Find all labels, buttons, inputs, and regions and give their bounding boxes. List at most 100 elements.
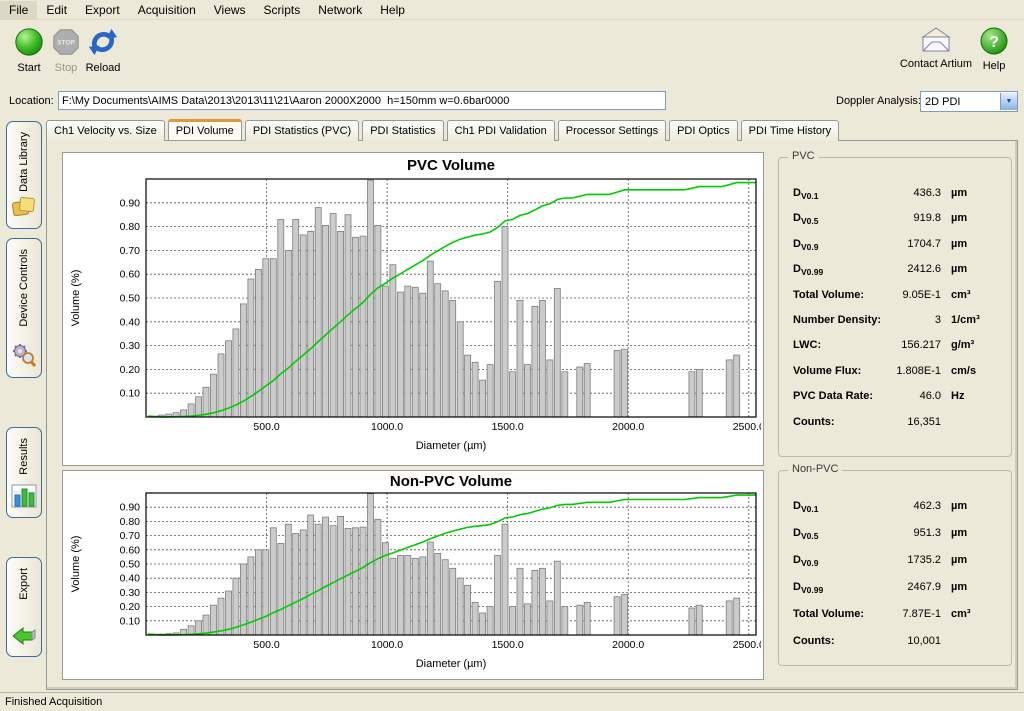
bar-chart-icon [11, 484, 37, 511]
svg-text:1000.0: 1000.0 [371, 639, 403, 651]
svg-text:1500.0: 1500.0 [492, 421, 524, 433]
export-arrow-icon [11, 625, 37, 650]
svg-text:0.90: 0.90 [120, 502, 141, 514]
tab-pdi-optics[interactable]: PDI Optics [669, 120, 738, 141]
doppler-analysis-label: Doppler Analysis: [836, 95, 921, 107]
stat-row-lwc: LWC: 156.217 g/m³ [779, 334, 1011, 359]
sidebar-item-export[interactable]: Export [6, 557, 42, 657]
menu-acquisition[interactable]: Acquisition [129, 1, 205, 19]
pvc-stats-group: PVC DV0.1 436.3 µm DV0.5 919.8 µm DV0.9 … [778, 157, 1012, 457]
svg-text:0.80: 0.80 [120, 221, 141, 233]
svg-text:0.60: 0.60 [120, 544, 141, 556]
svg-text:0.10: 0.10 [120, 615, 141, 627]
envelope-icon [918, 45, 954, 57]
svg-text:500.0: 500.0 [253, 639, 279, 651]
svg-text:0.20: 0.20 [120, 364, 141, 376]
svg-text:Diameter (µm): Diameter (µm) [416, 440, 487, 452]
nonpvc-volume-chart: 0.100.200.300.400.500.600.700.800.90500.… [63, 471, 763, 680]
nonpvc-group-title: Non-PVC [788, 463, 842, 475]
svg-text:0.70: 0.70 [120, 245, 141, 257]
svg-text:Volume (%): Volume (%) [70, 270, 82, 327]
svg-text:0.90: 0.90 [120, 197, 141, 209]
menu-export[interactable]: Export [76, 1, 129, 19]
menu-network[interactable]: Network [309, 1, 371, 19]
aims-application-window: File Edit Export Acquisition Views Scrip… [0, 0, 1024, 711]
svg-text:0.20: 0.20 [120, 601, 141, 613]
svg-text:?: ? [989, 34, 999, 51]
svg-text:2000.0: 2000.0 [612, 421, 644, 433]
svg-text:0.40: 0.40 [120, 573, 141, 585]
location-input[interactable] [58, 91, 666, 110]
stat-row-dv09: DV0.9 1704.7 µm [779, 233, 1011, 258]
svg-text:0.40: 0.40 [120, 316, 141, 328]
tab-content: 0.10 0.20 0.30 0.40 0.50 0.60 0.70 0.80 0.90 500.… [46, 140, 1018, 690]
svg-text:0.50: 0.50 [120, 559, 141, 571]
menu-edit[interactable]: Edit [37, 1, 76, 19]
menu-file[interactable]: File [0, 1, 37, 19]
stat-row-dv01: DV0.1 462.3 µm [779, 495, 1011, 522]
menu-views[interactable]: Views [205, 1, 255, 19]
reload-label: Reload [79, 62, 127, 74]
contact-artium-label: Contact Artium [898, 58, 974, 70]
data-library-label: Data Library [18, 132, 30, 192]
stat-row-dv099: DV0.99 2467.9 µm [779, 576, 1011, 603]
svg-text:Non-PVC Volume: Non-PVC Volume [390, 473, 512, 490]
pvc-volume-chart-panel: 0.100.200.300.400.500.600.700.800.90500.… [62, 152, 764, 466]
reload-button[interactable]: Reload [79, 26, 127, 74]
tab-bar: Ch1 Velocity vs. Size PDI Volume PDI Sta… [46, 119, 839, 140]
start-icon [13, 49, 45, 61]
stop-icon: STOP [50, 49, 82, 61]
chevron-down-icon[interactable]: ▼ [1000, 93, 1017, 110]
svg-text:0.10: 0.10 [120, 388, 141, 400]
stat-row-counts: Counts: 16,351 [779, 411, 1011, 436]
menu-scripts[interactable]: Scripts [255, 1, 310, 19]
svg-text:PVC Volume: PVC Volume [407, 157, 495, 174]
tab-ch1-velocity-vs-size[interactable]: Ch1 Velocity vs. Size [46, 120, 165, 141]
device-controls-label: Device Controls [18, 249, 30, 327]
tab-pdi-time-history[interactable]: PDI Time History [741, 120, 840, 141]
sidebar-item-results[interactable]: Results [6, 427, 42, 518]
stat-row-number-density: Number Density: 3 1/cm³ [779, 309, 1011, 334]
sidebar-item-data-library[interactable]: Data Library [6, 121, 42, 229]
svg-text:0.50: 0.50 [120, 293, 141, 305]
doppler-analysis-select[interactable]: 2D PDI ▼ [920, 91, 1018, 112]
tab-pdi-statistics-pvc[interactable]: PDI Statistics (PVC) [245, 120, 359, 141]
help-button[interactable]: ? Help [972, 26, 1016, 72]
stat-row-pvc-data-rate: PVC Data Rate: 46.0 Hz [779, 385, 1011, 410]
stat-row-dv05: DV0.5 919.8 µm [779, 207, 1011, 232]
help-icon: ? [979, 47, 1009, 59]
svg-text:0.80: 0.80 [120, 516, 141, 528]
svg-text:2000.0: 2000.0 [612, 639, 644, 651]
stat-row-dv099: DV0.99 2412.6 µm [779, 258, 1011, 283]
svg-text:1000.0: 1000.0 [371, 421, 403, 433]
toolbar: Start STOP Stop [0, 20, 1024, 82]
stat-row-counts: Counts: 10,001 [779, 630, 1011, 657]
stat-row-total-volume: Total Volume: 7.87E-1 cm³ [779, 603, 1011, 630]
sidebar-item-device-controls[interactable]: Device Controls [6, 238, 42, 378]
tab-pdi-volume[interactable]: PDI Volume [168, 119, 242, 140]
tab-ch1-pdi-validation[interactable]: Ch1 PDI Validation [447, 120, 555, 141]
folders-icon [11, 195, 37, 222]
results-label: Results [18, 438, 30, 475]
stat-row-total-volume: Total Volume: 9.05E-1 cm³ [779, 284, 1011, 309]
nonpvc-stats-group: Non-PVC DV0.1 462.3 µm DV0.5 951.3 µm DV… [778, 470, 1012, 666]
status-text: Finished Acquisition [5, 696, 102, 708]
svg-text:0.30: 0.30 [120, 340, 141, 352]
pvc-volume-chart: 0.100.200.300.400.500.600.700.800.90500.… [63, 153, 763, 466]
location-label: Location: [9, 95, 54, 107]
contact-artium-button[interactable]: Contact Artium [898, 26, 974, 70]
menu-help[interactable]: Help [371, 1, 414, 19]
svg-text:STOP: STOP [57, 39, 75, 46]
stat-row-volume-flux: Volume Flux: 1.808E-1 cm/s [779, 360, 1011, 385]
svg-text:Volume (%): Volume (%) [70, 536, 82, 593]
tab-processor-settings[interactable]: Processor Settings [558, 120, 666, 141]
nonpvc-volume-chart-panel: 0.100.200.300.400.500.600.700.800.90500.… [62, 470, 764, 680]
svg-text:Diameter (µm): Diameter (µm) [416, 658, 487, 670]
status-bar: Finished Acquisition [0, 692, 1024, 711]
stat-row-dv05: DV0.5 951.3 µm [779, 522, 1011, 549]
stat-row-dv01: DV0.1 436.3 µm [779, 182, 1011, 207]
tab-pdi-statistics[interactable]: PDI Statistics [362, 120, 443, 141]
svg-text:0.70: 0.70 [120, 530, 141, 542]
svg-text:0.60: 0.60 [120, 269, 141, 281]
svg-text:2500.0: 2500.0 [733, 421, 761, 433]
